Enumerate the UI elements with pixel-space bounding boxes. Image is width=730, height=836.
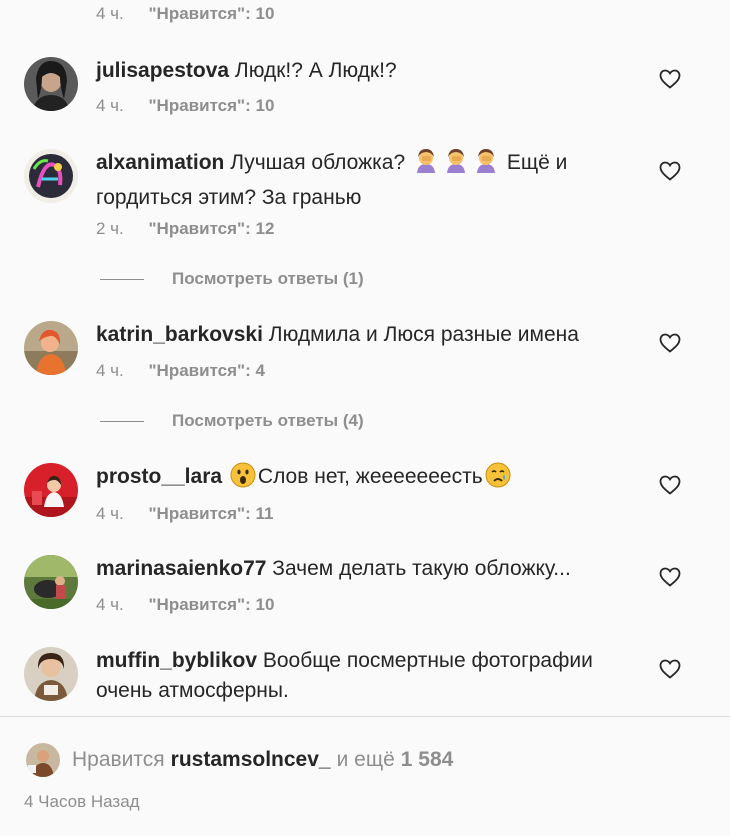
crying-face-emoji-icon	[485, 462, 511, 497]
comment-likes-count[interactable]: "Нравится": 10	[149, 595, 275, 614]
section-divider	[0, 716, 730, 717]
like-heart-icon[interactable]	[658, 473, 682, 497]
comment-username[interactable]: muffin_byblikov	[96, 649, 257, 672]
comment-meta: 4 ч. "Нравится": 4	[96, 361, 265, 381]
comment-username[interactable]: prosto__lara	[96, 465, 222, 488]
comment-meta: 4 ч. "Нравится": 11	[96, 504, 273, 524]
avatar[interactable]	[24, 57, 78, 111]
comment-text: marinasaienko77 Зачем делать такую облож…	[96, 554, 641, 584]
comment-username[interactable]: katrin_barkovski	[96, 323, 263, 346]
like-heart-icon[interactable]	[658, 657, 682, 681]
comment-time: 2 ч.	[96, 219, 124, 238]
comment-likes-count[interactable]: "Нравится": 4	[149, 361, 265, 380]
facepalm-emoji-icon	[443, 148, 469, 183]
comment-body: Людмила и Люся разные имена	[268, 323, 579, 346]
like-heart-icon[interactable]	[658, 331, 682, 355]
comment-meta: 4 ч. "Нравится": 10	[96, 595, 274, 615]
replies-divider-line	[100, 420, 144, 422]
comment-text: prosto__lara Слов нет, жееееееесть	[96, 462, 641, 497]
comment-body: Зачем делать такую обложку...	[272, 557, 571, 580]
comment-likes-count[interactable]: "Нравится": 10	[149, 4, 275, 23]
comment-text: muffin_byblikov Вообще посмертные фотогр…	[96, 646, 641, 706]
comment-text: julisapestova Людк!? А Людк!?	[96, 56, 641, 86]
comment-time: 4 ч.	[96, 4, 124, 23]
comment-username[interactable]: marinasaienko77	[96, 557, 266, 580]
comment-likes-count[interactable]: "Нравится": 12	[149, 219, 275, 238]
comment-username[interactable]: julisapestova	[96, 59, 229, 82]
comment-meta: 4 ч. "Нравится": 10	[96, 96, 274, 116]
avatar[interactable]	[24, 149, 78, 203]
likes-total-count[interactable]: 1 584	[401, 748, 454, 772]
like-heart-icon[interactable]	[658, 67, 682, 91]
comment-meta: 2 ч. "Нравится": 12	[96, 219, 274, 239]
comment-likes-count[interactable]: "Нравится": 11	[149, 504, 274, 523]
comment-meta: 4 ч. "Нравится": 10	[96, 4, 274, 24]
comment-time: 4 ч.	[96, 504, 124, 523]
comment-body: Слов нет, жееееееесть	[257, 465, 483, 488]
comment-time: 4 ч.	[96, 595, 124, 614]
view-replies-button[interactable]: Посмотреть ответы (1)	[100, 269, 364, 289]
avatar[interactable]	[24, 321, 78, 375]
replies-divider-line	[100, 278, 144, 280]
comment-time: 4 ч.	[96, 361, 124, 380]
comment-likes-count[interactable]: "Нравится": 10	[149, 96, 275, 115]
likes-prefix: Нравится	[72, 748, 165, 771]
view-replies-button[interactable]: Посмотреть ответы (4)	[100, 411, 364, 431]
liker-username[interactable]: rustamsolncev_	[171, 748, 331, 772]
comment-time: 4 ч.	[96, 96, 124, 115]
likes-middle: и ещё	[336, 748, 395, 771]
view-replies-label: Посмотреть ответы (4)	[172, 411, 364, 430]
facepalm-emoji-icon	[413, 148, 439, 183]
comment-body-start: Лучшая обложка?	[230, 151, 406, 174]
astonished-face-emoji-icon	[230, 462, 256, 497]
post-time-ago: 4 Часов Назад	[24, 792, 140, 811]
like-heart-icon[interactable]	[658, 565, 682, 589]
avatar[interactable]	[24, 463, 78, 517]
view-replies-label: Посмотреть ответы (1)	[172, 269, 364, 288]
like-heart-icon[interactable]	[658, 159, 682, 183]
comment-body: Людк!? А Людк!?	[234, 59, 397, 82]
likes-summary[interactable]: Нравится rustamsolncev_ и ещё 1 584	[26, 742, 453, 778]
facepalm-emoji-icon	[473, 148, 499, 183]
liker-avatar[interactable]	[26, 743, 60, 777]
avatar[interactable]	[24, 555, 78, 609]
comment-username[interactable]: alxanimation	[96, 151, 224, 174]
comment-text: katrin_barkovski Людмила и Люся разные и…	[96, 320, 641, 350]
comment-text: alxanimation Лучшая обложка? Ещё и горди…	[96, 148, 641, 213]
avatar[interactable]	[24, 647, 78, 701]
